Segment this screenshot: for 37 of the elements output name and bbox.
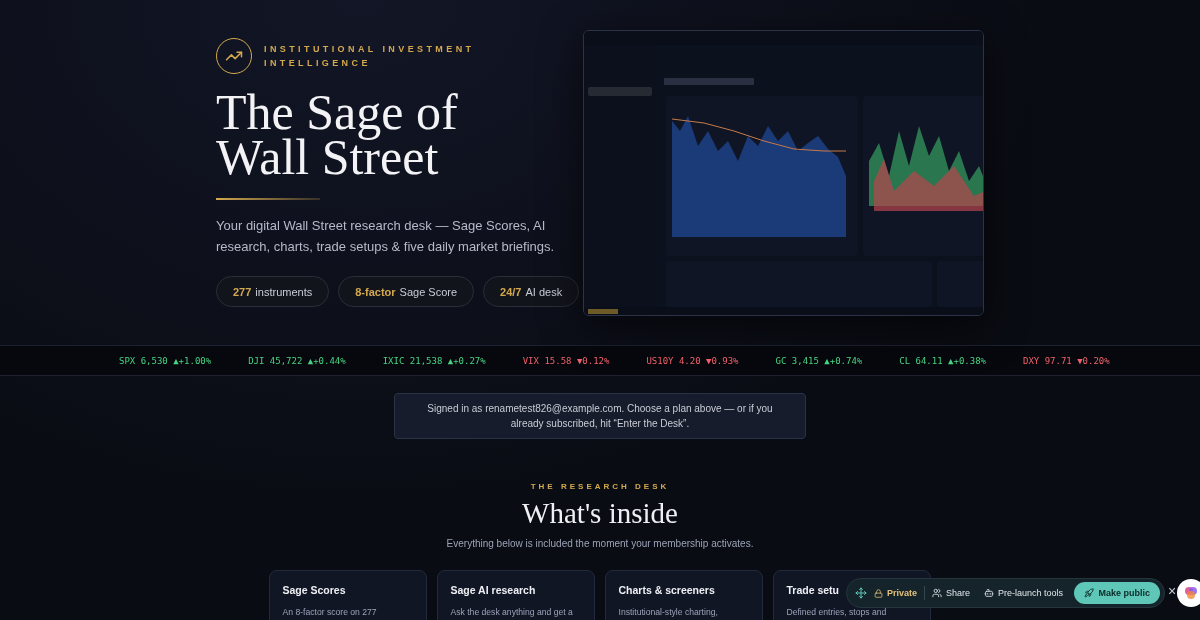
ticker-quote: IXIC 21,538 ▲+0.27% bbox=[382, 355, 486, 366]
tagline: INSTITUTIONAL INVESTMENT INTELLIGENCE bbox=[264, 43, 475, 70]
share-button[interactable]: Share bbox=[925, 582, 978, 604]
ticker-quote: US10Y 4.20 ▼0.93% bbox=[646, 355, 739, 366]
close-button[interactable]: × bbox=[1168, 583, 1177, 599]
card-text: An 8-factor score on 277 bbox=[282, 607, 377, 617]
card-title: Trade setu bbox=[786, 584, 840, 596]
publish-button[interactable]: Make public bbox=[1074, 582, 1160, 604]
ticker-quote: SPX 6,530 ▲+1.00% bbox=[119, 355, 212, 366]
robot-icon bbox=[984, 588, 995, 598]
app-logo-icon[interactable] bbox=[1177, 579, 1200, 607]
card-text: Ask the desk anything and get a bbox=[450, 607, 573, 617]
ticker-quote: VIX 15.58 ▼0.12% bbox=[522, 355, 610, 366]
stat-pill: 8-factor Sage Score bbox=[338, 276, 475, 307]
hero-description: Your digital Wall Street research desk — Sage Scores, AI research, charts, trade setups & five daily market briefings. bbox=[216, 217, 556, 256]
signin-notice: Signed in as renametest826@example.com. Choose a plan above — or if you already subscribed, hit “Enter the Desk”. bbox=[394, 393, 806, 439]
ticker-quote: DXY 97.71 ▼0.20% bbox=[1023, 355, 1110, 366]
stat-pill: 24/7 AI desk bbox=[483, 276, 580, 307]
section-eyebrow: THE RESEARCH DESK bbox=[530, 482, 670, 491]
ticker-quote: CL 64.11 ▲+0.38% bbox=[899, 355, 986, 366]
card-text: Institutional-style charting, bbox=[618, 607, 718, 617]
section-subtitle: Everything below is included the moment your membership activates. bbox=[446, 538, 754, 549]
people-icon bbox=[932, 588, 943, 598]
card-title: Sage Scores bbox=[282, 584, 346, 596]
lock-icon bbox=[874, 588, 883, 598]
rocket-icon bbox=[1084, 588, 1095, 598]
privacy-button[interactable]: Private bbox=[867, 582, 925, 604]
card-title: Sage AI research bbox=[450, 584, 536, 596]
ticker-quote: GC 3,415 ▲+0.74% bbox=[775, 355, 863, 366]
stat-pill: 277 instruments bbox=[216, 276, 330, 307]
card-text: Defined entries, stops and bbox=[786, 607, 887, 617]
tools-button[interactable]: Pre-launch tools bbox=[977, 582, 1071, 604]
hero-title: The Sage of Wall Street bbox=[216, 90, 459, 180]
move-icon[interactable] bbox=[855, 587, 867, 599]
section-title: What's inside bbox=[522, 497, 678, 530]
card-title: Charts & screeners bbox=[618, 584, 715, 596]
ticker-quote: DJI 45,722 ▲+0.44% bbox=[248, 355, 346, 366]
